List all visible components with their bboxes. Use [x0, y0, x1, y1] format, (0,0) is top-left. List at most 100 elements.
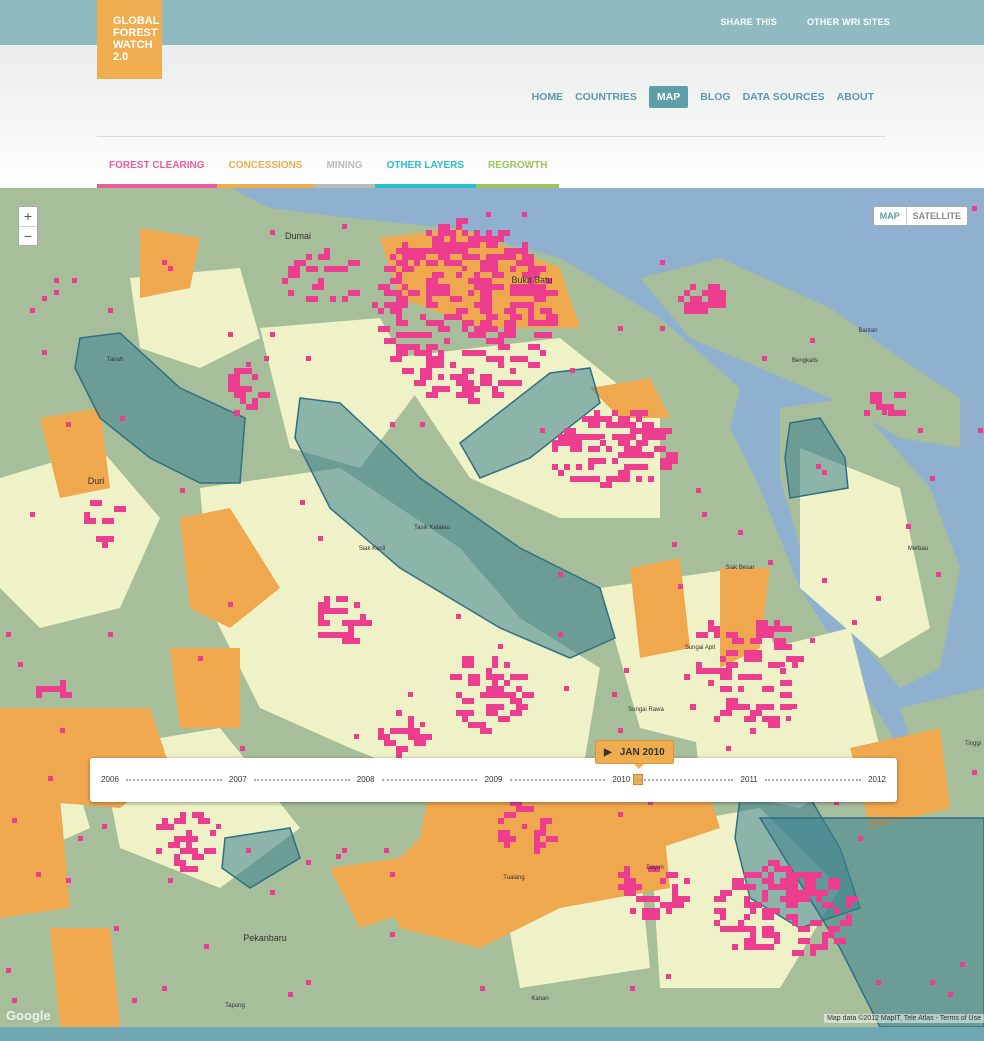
forest-clearing-pixel [408, 722, 414, 728]
timeline-year[interactable]: 2009 [485, 775, 503, 784]
map-type-switch: MAP SATELLITE [872, 206, 968, 226]
forest-clearing-pixel [756, 650, 762, 656]
logo[interactable]: GLOBAL FOREST WATCH 2.0 [97, 0, 162, 79]
forest-clearing-pixel [168, 266, 173, 271]
timeline[interactable]: 2006 2007 2008 2009 2010 2011 2012 [90, 758, 897, 802]
map[interactable]: Dumai Bukit Batu Tanah Duri Siak Kecil Tasik … [0, 188, 984, 1027]
timeline-year[interactable]: 2011 [741, 775, 758, 784]
forest-clearing-pixel [456, 224, 462, 230]
forest-clearing-pixel [348, 626, 354, 632]
forest-clearing-pixel [876, 596, 881, 601]
forest-clearing-pixel [720, 926, 732, 932]
logo-line: 2.0 [113, 51, 129, 63]
forest-clearing-pixel [504, 320, 516, 326]
timeline-year[interactable]: 2008 [357, 775, 375, 784]
play-icon[interactable]: ▶ [604, 747, 612, 758]
forest-clearing-pixel [510, 290, 516, 296]
forest-clearing-pixel [486, 260, 498, 266]
forest-clearing-pixel [408, 290, 420, 296]
forest-clearing-pixel [792, 896, 798, 902]
forest-clearing-pixel [594, 416, 606, 422]
forest-clearing-pixel [246, 848, 251, 853]
timeline-year[interactable]: 2012 [868, 775, 886, 784]
forest-clearing-pixel [564, 686, 569, 691]
place-label: Siak Kecil [358, 546, 386, 552]
forest-clearing-pixel [630, 452, 642, 458]
forest-clearing-pixel [720, 656, 726, 662]
nav-map[interactable]: MAP [648, 86, 689, 108]
timeline-year[interactable]: 2007 [229, 775, 247, 784]
forest-clearing-pixel [318, 608, 324, 614]
forest-clearing-pixel [210, 830, 216, 836]
map-type-satellite[interactable]: SATELLITE [907, 207, 967, 225]
forest-clearing-pixel [588, 434, 600, 440]
timeline-year[interactable]: 2010 [612, 775, 630, 784]
forest-clearing-pixel [768, 884, 774, 890]
forest-clearing-pixel [792, 656, 804, 662]
forest-clearing-pixel [396, 272, 402, 278]
forest-clearing-pixel [834, 908, 840, 914]
timeline-year[interactable]: 2006 [101, 775, 119, 784]
forest-clearing-pixel [606, 476, 612, 482]
zoom-out-button[interactable]: − [19, 226, 37, 245]
tab-mining[interactable]: MINING [314, 158, 375, 188]
forest-clearing-pixel [414, 260, 420, 266]
forest-clearing-pixel [522, 212, 527, 217]
share-this-link[interactable]: SHARE THIS [720, 17, 777, 27]
tab-regrowth[interactable]: REGROWTH [476, 158, 560, 188]
other-wri-sites-link[interactable]: OTHER WRI SITES [807, 17, 890, 27]
forest-clearing-pixel [462, 326, 468, 332]
forest-clearing-pixel [810, 878, 816, 884]
forest-clearing-pixel [342, 848, 347, 853]
forest-clearing-pixel [528, 806, 534, 812]
nav-blog[interactable]: BLOG [700, 87, 730, 107]
bottom-bar [0, 1027, 984, 1041]
forest-clearing-pixel [534, 296, 546, 302]
forest-clearing-pixel [480, 296, 492, 302]
forest-clearing-pixel [780, 704, 792, 710]
tab-forest-clearing[interactable]: FOREST CLEARING [97, 158, 217, 188]
forest-clearing-pixel [792, 662, 798, 668]
tab-other-layers[interactable]: OTHER LAYERS [374, 158, 476, 188]
nav-data-sources[interactable]: DATA SOURCES [743, 87, 825, 107]
forest-clearing-pixel [594, 458, 606, 464]
forest-clearing-pixel [426, 356, 432, 362]
forest-clearing-pixel [756, 626, 768, 632]
nav-home[interactable]: HOME [532, 87, 564, 107]
forest-clearing-pixel [726, 632, 738, 638]
nav-about[interactable]: ABOUT [837, 87, 874, 107]
forest-clearing-pixel [522, 692, 534, 698]
forest-clearing-pixel [804, 878, 810, 884]
forest-clearing-pixel [810, 944, 822, 950]
forest-clearing-pixel [936, 572, 941, 577]
forest-clearing-pixel [246, 386, 252, 392]
forest-clearing-pixel [378, 326, 390, 332]
zoom-in-button[interactable]: + [19, 207, 37, 226]
forest-clearing-pixel [720, 890, 732, 896]
forest-clearing-pixel [480, 728, 492, 734]
nav-countries[interactable]: COUNTRIES [575, 87, 637, 107]
forest-clearing-pixel [612, 434, 624, 440]
forest-clearing-pixel [30, 512, 35, 517]
forest-clearing-pixel [42, 686, 48, 692]
map-type-map[interactable]: MAP [874, 207, 907, 225]
forest-clearing-pixel [516, 314, 522, 320]
forest-clearing-pixel [528, 362, 540, 368]
forest-clearing-pixel [492, 680, 498, 686]
forest-clearing-pixel [774, 662, 780, 668]
forest-clearing-pixel [576, 446, 582, 452]
tab-concessions[interactable]: CONCESSIONS [216, 158, 315, 188]
forest-clearing-pixel [438, 386, 450, 392]
forest-clearing-pixel [444, 242, 456, 248]
forest-clearing-pixel [720, 674, 732, 680]
forest-clearing-pixel [546, 836, 558, 842]
forest-clearing-pixel [204, 944, 209, 949]
map-credit[interactable]: Map data ©2012 MapIT, Tele Atlas - Terms… [824, 1014, 984, 1023]
forest-clearing-pixel [534, 848, 540, 854]
concession-area [50, 928, 120, 1027]
forest-clearing-pixel [486, 302, 492, 308]
forest-clearing-pixel [444, 260, 450, 266]
forest-clearing-pixel [426, 290, 432, 296]
forest-clearing-pixel [930, 476, 935, 481]
forest-clearing-pixel [582, 476, 588, 482]
